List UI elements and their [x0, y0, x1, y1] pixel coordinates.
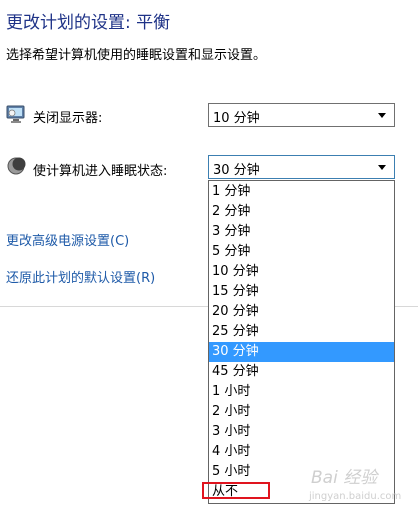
dropdown-option[interactable]: 10 分钟 — [209, 262, 394, 282]
dropdown-option-label: 2 小时 — [212, 404, 251, 419]
watermark-url: jingyan.baidu.com — [309, 491, 402, 502]
chevron-down-icon — [378, 165, 386, 170]
dropdown-option-label: 5 分钟 — [212, 244, 251, 259]
display-timeout-select[interactable]: 10 分钟 — [208, 103, 395, 127]
dropdown-option-label: 30 分钟 — [212, 344, 259, 359]
watermark-brand: Bai 经验 — [311, 468, 378, 488]
page-title: 更改计划的设置: 平衡 — [6, 13, 171, 33]
dropdown-option[interactable]: 3 分钟 — [209, 222, 394, 242]
dropdown-option[interactable]: 1 小时 — [209, 382, 394, 402]
dropdown-option[interactable]: 25 分钟 — [209, 322, 394, 342]
page-subtitle: 选择希望计算机使用的睡眠设置和显示设置。 — [6, 48, 267, 63]
dropdown-option[interactable]: 20 分钟 — [209, 302, 394, 322]
dropdown-option-label: 4 小时 — [212, 444, 251, 459]
display-timeout-value: 10 分钟 — [213, 111, 260, 126]
dropdown-option[interactable]: 5 分钟 — [209, 242, 394, 262]
advanced-power-settings-link[interactable]: 更改高级电源设置(C) — [6, 230, 129, 249]
chevron-down-icon — [378, 113, 386, 118]
sleep-timeout-dropdown-list[interactable]: 1 分钟 2 分钟 3 分钟 5 分钟 10 分钟 15 分钟 20 分钟 25 分钟 30 分… — [208, 180, 395, 504]
dropdown-option-label: 3 小时 — [212, 424, 251, 439]
highlight-box — [202, 482, 270, 499]
dropdown-option-label: 5 小时 — [212, 464, 251, 479]
dropdown-option-label: 45 分钟 — [212, 364, 259, 379]
dropdown-option-label: 1 分钟 — [212, 184, 251, 199]
dropdown-option[interactable]: 4 小时 — [209, 442, 394, 462]
sleep-timeout-select[interactable]: 30 分钟 — [208, 155, 395, 179]
sleep-label: 使计算机进入睡眠状态: — [33, 164, 168, 179]
dropdown-option-label: 1 小时 — [212, 384, 251, 399]
baidu-watermark: Bai 经验 jingyan.baidu.com — [303, 461, 415, 511]
sleep-timeout-value: 30 分钟 — [213, 163, 260, 178]
monitor-icon — [6, 105, 25, 123]
restore-defaults-link[interactable]: 还原此计划的默认设置(R) — [6, 267, 155, 286]
display-label: 关闭显示器: — [33, 111, 103, 126]
dropdown-option-label: 10 分钟 — [212, 264, 259, 279]
moon-icon — [7, 157, 26, 175]
dropdown-option[interactable]: 2 分钟 — [209, 202, 394, 222]
dropdown-option-label: 3 分钟 — [212, 224, 251, 239]
dropdown-option[interactable]: 15 分钟 — [209, 282, 394, 302]
dropdown-option-label: 20 分钟 — [212, 304, 259, 319]
dropdown-option[interactable]: 2 小时 — [209, 402, 394, 422]
dropdown-option-label: 15 分钟 — [212, 284, 259, 299]
dropdown-option[interactable]: 30 分钟 — [209, 342, 394, 362]
dropdown-option[interactable]: 1 分钟 — [209, 182, 394, 202]
dropdown-option-label: 25 分钟 — [212, 324, 259, 339]
dropdown-option[interactable]: 45 分钟 — [209, 362, 394, 382]
dropdown-option-label: 2 分钟 — [212, 204, 251, 219]
dropdown-option[interactable]: 3 小时 — [209, 422, 394, 442]
